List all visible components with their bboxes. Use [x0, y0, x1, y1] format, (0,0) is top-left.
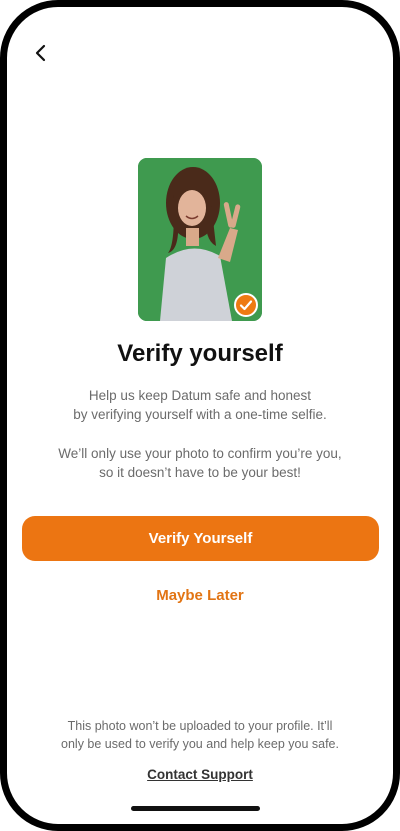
- contact-support-link[interactable]: Contact Support: [7, 767, 393, 782]
- phone-frame: Verify yourself Help us keep Datum safe …: [0, 0, 400, 831]
- privacy-note-line: This photo won’t be uploaded to your pro…: [67, 719, 333, 733]
- home-indicator[interactable]: [131, 806, 260, 811]
- photo-note-line: We’ll only use your photo to confirm you…: [58, 446, 342, 461]
- verified-check-icon: [239, 300, 253, 311]
- subtitle: Help us keep Datum safe and honest by ve…: [37, 386, 363, 424]
- subtitle-line: by verifying yourself with a one-time se…: [73, 407, 327, 422]
- back-button[interactable]: [29, 41, 53, 65]
- verify-yourself-button[interactable]: Verify Yourself: [22, 516, 379, 561]
- photo-note-line: so it doesn’t have to be your best!: [99, 465, 301, 480]
- privacy-note: This photo won’t be uploaded to your pro…: [43, 717, 357, 753]
- subtitle-line: Help us keep Datum safe and honest: [88, 388, 312, 403]
- photo-note: We’ll only use your photo to confirm you…: [37, 444, 363, 482]
- verified-badge: [234, 293, 258, 317]
- maybe-later-button[interactable]: Maybe Later: [7, 587, 393, 604]
- chevron-left-icon: [35, 44, 46, 62]
- privacy-note-line: only be used to verify you and help keep…: [61, 737, 339, 751]
- page-title: Verify yourself: [117, 340, 283, 367]
